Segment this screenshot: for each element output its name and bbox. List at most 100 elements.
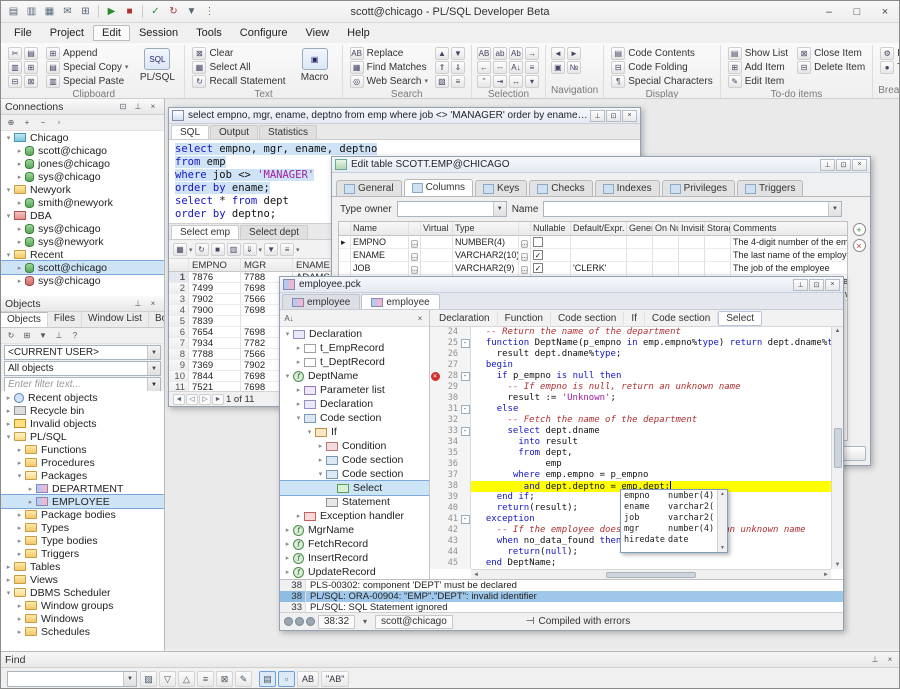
close-icon[interactable]: ×	[146, 297, 160, 310]
highlight-all-icon[interactable]: ▨	[435, 75, 449, 88]
expand-icon[interactable]: ▸	[15, 199, 24, 207]
first-record-icon[interactable]: ◄	[173, 394, 185, 405]
structure-item-parameter-list[interactable]: ▸Parameter list	[280, 383, 429, 397]
column-row[interactable]: JOB...VARCHAR2(9)...✓'CLERK'The job of t…	[339, 262, 847, 275]
chevron-down-icon[interactable]: ▼	[147, 362, 160, 375]
type-owner-combo[interactable]: ▼	[397, 201, 507, 217]
connection-item-sys-chicago[interactable]: ▸sys@chicago	[1, 222, 164, 235]
result-cell[interactable]: 7876	[189, 272, 241, 283]
expand-icon[interactable]: ▸	[15, 602, 24, 610]
close-icon[interactable]: ×	[622, 110, 637, 122]
column-row[interactable]: ▸EMPNO...NUMBER(4)...The 4-digit number …	[339, 236, 847, 249]
collapse-icon[interactable]: ▾	[316, 470, 325, 478]
structure-item-declaration[interactable]: ▾Declaration	[280, 327, 429, 341]
row-selector[interactable]	[339, 249, 351, 262]
object-scope-combo[interactable]: All objects▼	[4, 361, 161, 376]
expand-icon[interactable]: ▸	[15, 264, 24, 272]
object-item-dbms-scheduler[interactable]: ▾DBMS Scheduler	[1, 586, 164, 599]
collapse-icon[interactable]: ▾	[283, 330, 292, 338]
connection-item-newyork[interactable]: ▾Newyork	[1, 183, 164, 196]
sort-results-icon[interactable]: ≡	[280, 243, 294, 256]
highlight-icon[interactable]: ▨	[140, 671, 157, 687]
code-line[interactable]: function DeptName(p_empno in emp.empno%t…	[471, 338, 831, 349]
menu-configure[interactable]: Configure	[231, 25, 297, 41]
collapse-icon[interactable]: ▾	[294, 414, 303, 422]
structure-item-updaterecord[interactable]: ▸UpdateRecord	[280, 565, 429, 579]
scroll-left-icon[interactable]: ◄	[473, 572, 479, 578]
result-cell[interactable]: 7934	[189, 338, 241, 349]
expand-icon[interactable]: ▸	[15, 225, 24, 233]
code-line[interactable]: emp	[471, 459, 831, 470]
structure-item-code-section[interactable]: ▾Code section	[280, 411, 429, 425]
capitalize-icon[interactable]: Ab	[509, 47, 523, 60]
result-cell[interactable]: 7654	[189, 327, 241, 338]
autocomplete-item[interactable]: enamevarchar2(10)	[621, 502, 717, 513]
ellipsis-button[interactable]: ...	[411, 253, 418, 261]
code-folding-button[interactable]: ⊟Code Folding	[609, 60, 714, 74]
autocomplete-scrollbar[interactable]: ▲▼	[717, 490, 727, 552]
collapse-icon[interactable]: ▾	[283, 372, 292, 380]
special-paste-button[interactable]: ▥Special Paste	[44, 74, 130, 88]
more-button[interactable]: ...	[409, 236, 421, 249]
dock-icon[interactable]: ⊡	[116, 100, 130, 113]
code-line[interactable]: result dept.dname%type;	[471, 349, 831, 360]
connection-item-recent[interactable]: ▾Recent	[1, 248, 164, 261]
code-line[interactable]: where emp.empno = p_empno	[471, 470, 831, 481]
generated-cell[interactable]	[627, 236, 653, 249]
column-header-type[interactable]: Type	[453, 222, 519, 236]
type-more-button[interactable]: ...	[519, 262, 531, 275]
sort-lines-icon[interactable]: A↓	[509, 61, 523, 74]
match-case-toggle[interactable]: AB	[297, 671, 319, 687]
maximize-icon[interactable]: ⊡	[836, 159, 851, 171]
navigate-back-icon[interactable]: ◄	[551, 47, 565, 60]
regex-toggle[interactable]: ▫	[278, 671, 295, 687]
code-line[interactable]: result := 'Unknown';	[471, 393, 831, 404]
print-icon[interactable]: ⊞	[77, 3, 94, 20]
checkbox[interactable]: ✓	[533, 250, 543, 260]
structure-item-declaration[interactable]: ▸Declaration	[280, 397, 429, 411]
scroll-right-icon[interactable]: ►	[823, 572, 829, 578]
execute-icon[interactable]: ▶	[103, 3, 120, 20]
pin-objects-icon[interactable]: ⊥	[52, 329, 66, 342]
result-cell[interactable]: 7902	[189, 294, 241, 305]
new-document-icon[interactable]: ▤	[5, 3, 22, 20]
storage-cell[interactable]	[705, 249, 731, 262]
collapse-icon[interactable]: ▾	[4, 589, 13, 597]
delete-item-button[interactable]: ⊟Delete Item	[795, 60, 867, 74]
column-name-cell[interactable]: EMPNO	[351, 236, 409, 249]
edit-connection-icon[interactable]: ▫	[52, 116, 66, 129]
column-header-blank[interactable]	[519, 222, 531, 236]
close-icon[interactable]: ×	[146, 100, 160, 113]
delete-column-icon[interactable]: ×	[853, 239, 866, 252]
next-record-icon[interactable]: ▷	[199, 394, 211, 405]
type-cell[interactable]: VARCHAR2(9)	[453, 262, 519, 275]
ellipsis-button[interactable]: ...	[411, 240, 418, 248]
comment-cell[interactable]: The last name of the employee	[731, 249, 848, 262]
close-icon[interactable]: ×	[883, 653, 897, 666]
autocomplete-item[interactable]: hiredatedate	[621, 535, 717, 546]
vertical-scrollbar[interactable]: ▲▼	[831, 327, 843, 569]
code-line[interactable]: into result	[471, 437, 831, 448]
expand-icon[interactable]: ▸	[15, 173, 24, 181]
minimize-button[interactable]: –	[815, 1, 843, 22]
modify-button[interactable]: ⚙Modify	[878, 46, 899, 60]
breadcrumb-code-section[interactable]: Code section	[645, 312, 718, 325]
code-line[interactable]: if p_empno is null then	[471, 371, 831, 382]
connection-item-sys-chicago[interactable]: ▸sys@chicago	[1, 170, 164, 183]
column-header-name[interactable]: Name	[351, 222, 409, 236]
new-object-icon[interactable]: ⊞	[20, 329, 34, 342]
structure-item-deptname[interactable]: ▾DeptName	[280, 369, 429, 383]
find-next-icon[interactable]: ▼	[451, 47, 465, 60]
column-header-storage[interactable]: Storage	[705, 222, 731, 236]
ellipsis-button[interactable]: ...	[411, 266, 418, 274]
copy-append-icon[interactable]: ⊞	[24, 61, 38, 74]
object-item-packages[interactable]: ▾Packages	[1, 469, 164, 482]
document-tab-employee[interactable]: employee	[282, 294, 360, 309]
comment-cell[interactable]: The job of the employee	[731, 262, 848, 275]
object-item-department[interactable]: ▸DEPARTMENT	[1, 482, 164, 495]
expand-icon[interactable]: ▸	[15, 147, 24, 155]
find-all-icon[interactable]: ≡	[197, 671, 214, 687]
prior-record-icon[interactable]: ◁	[186, 394, 198, 405]
object-item-type-bodies[interactable]: ▸Type bodies	[1, 534, 164, 547]
unindent-icon[interactable]: ←	[477, 61, 491, 74]
